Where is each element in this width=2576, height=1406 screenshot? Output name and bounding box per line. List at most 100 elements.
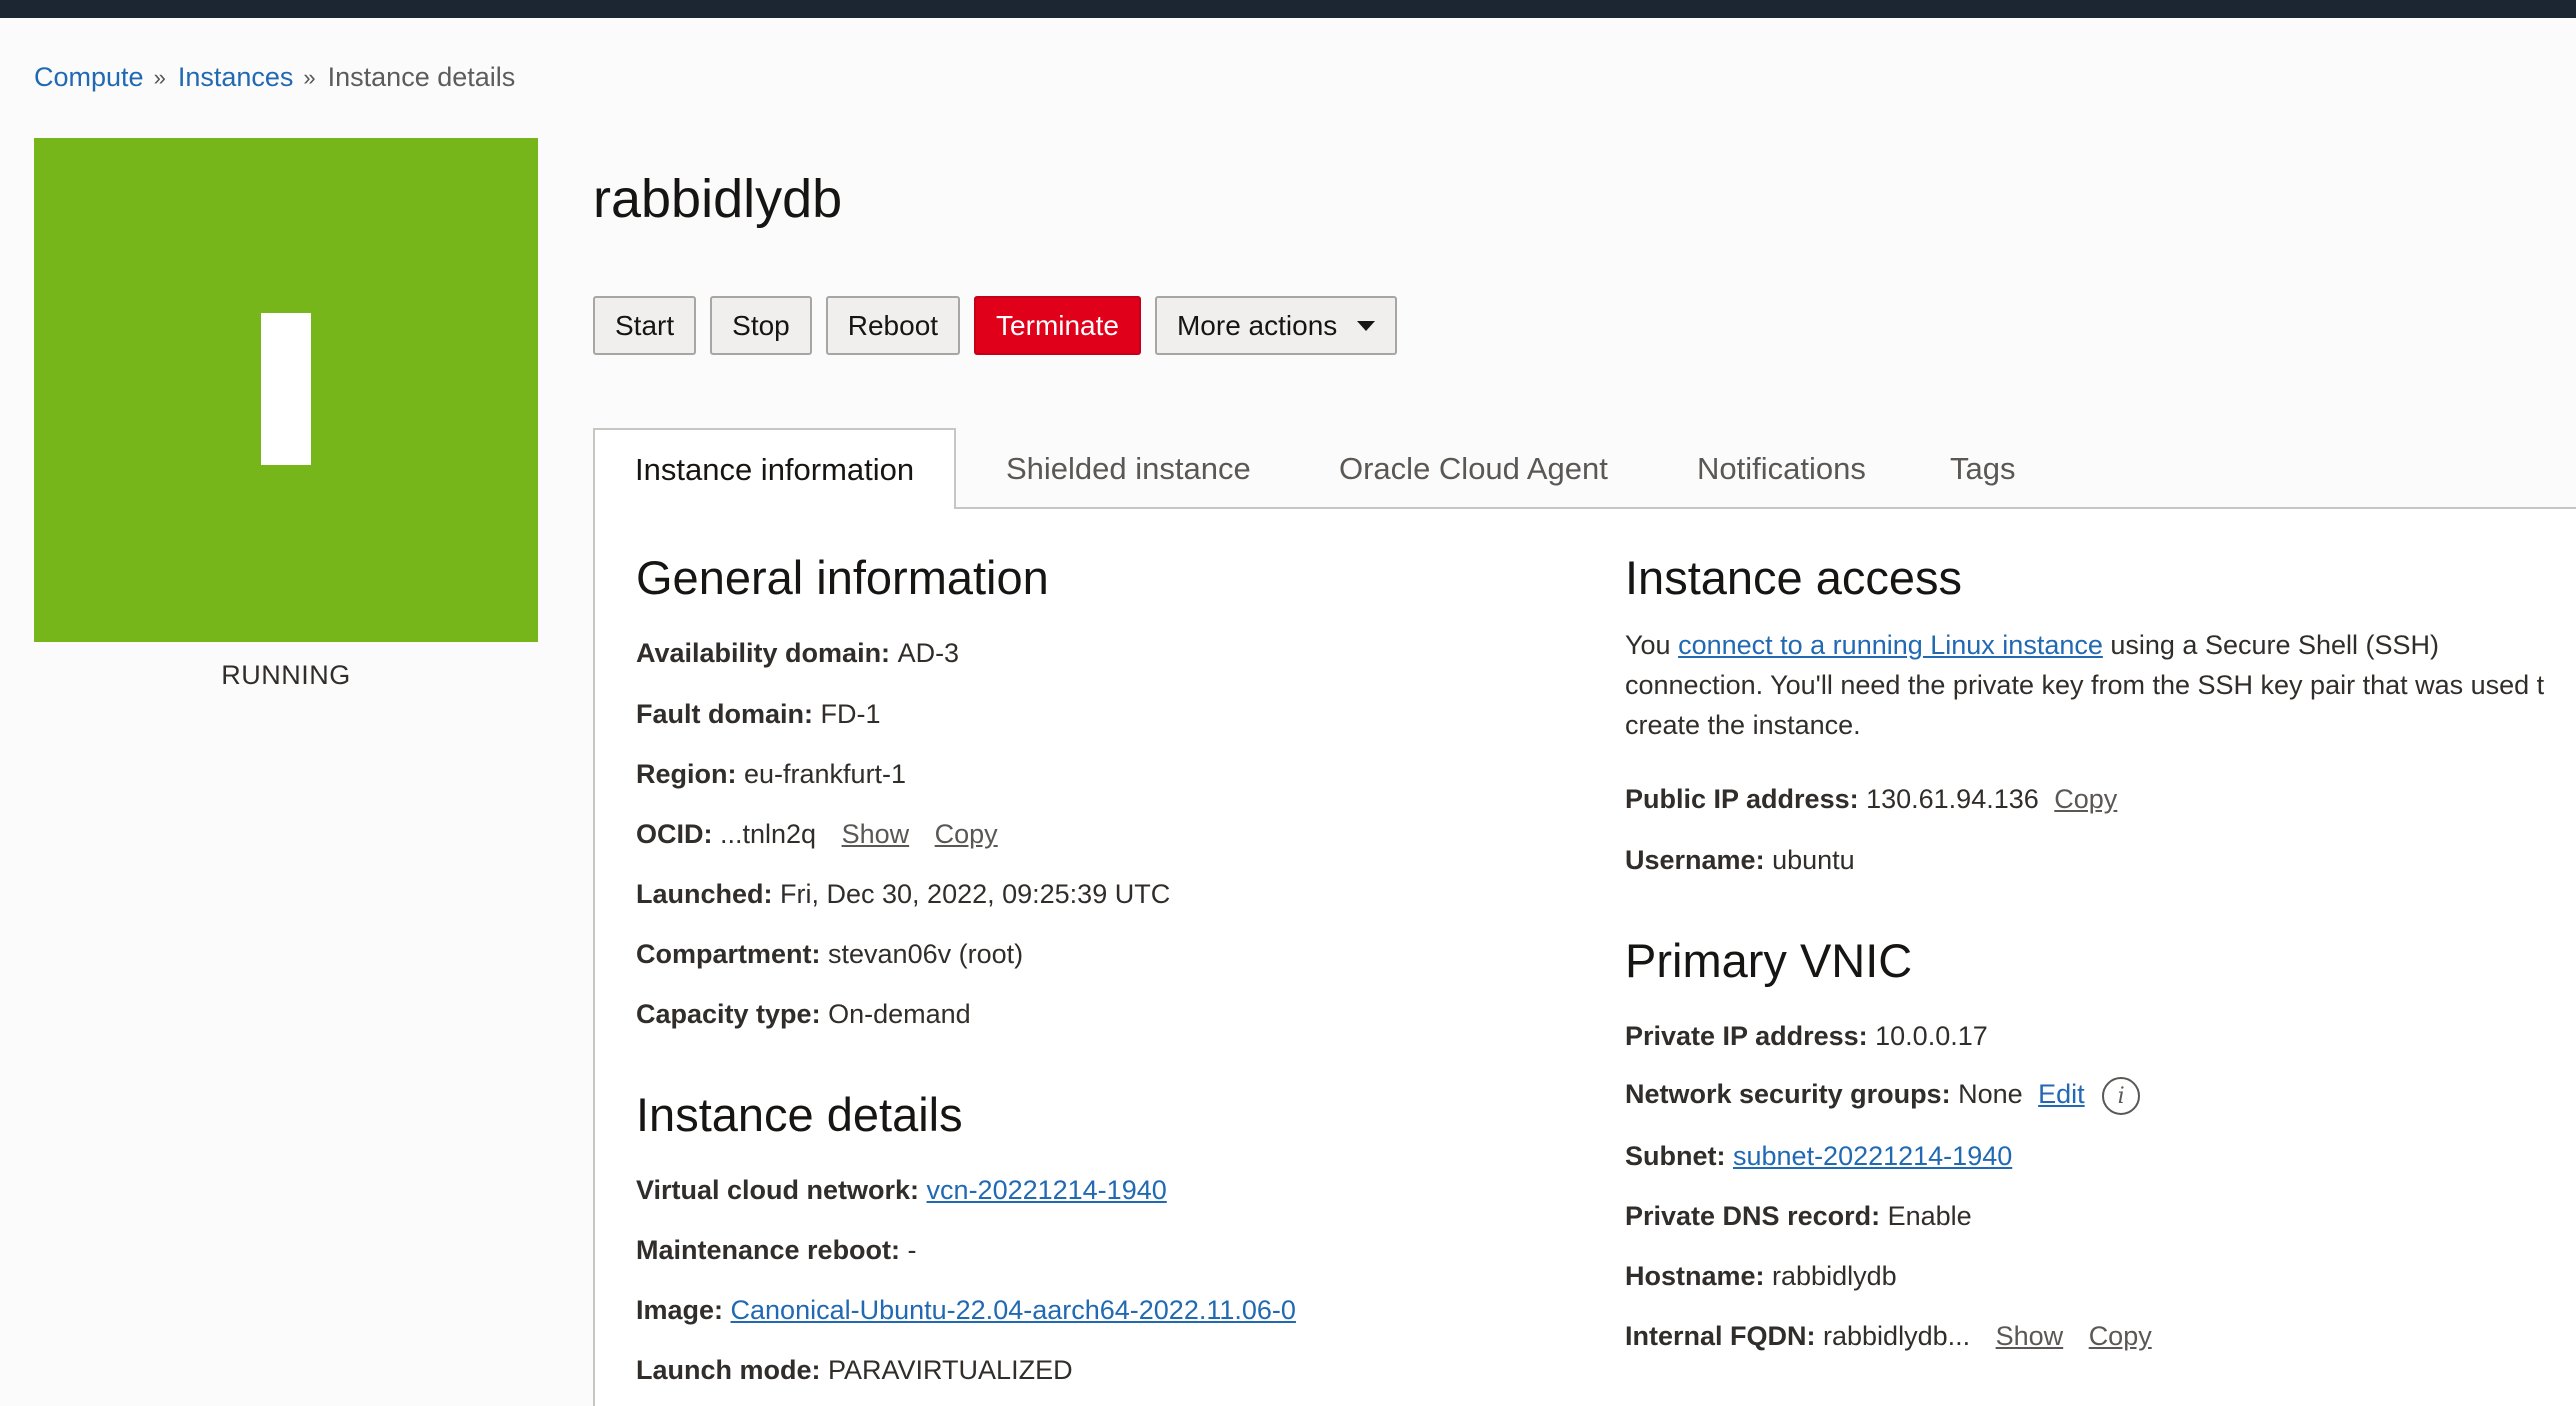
more-actions-button[interactable]: More actions	[1154, 296, 1398, 355]
field-value: rabbidlydb...	[1823, 1321, 1971, 1351]
field-label: Compartment:	[636, 939, 829, 969]
field-label: Hostname:	[1625, 1261, 1773, 1291]
field-value: stevan06v (root)	[828, 939, 1024, 969]
general-information-heading: General information	[636, 551, 1049, 604]
field-label: Username:	[1625, 845, 1773, 875]
ocid-row: OCID: ...tnln2q Show Copy	[636, 819, 998, 850]
breadcrumb-separator: »	[153, 64, 166, 90]
terminate-button[interactable]: Terminate	[974, 296, 1141, 355]
fqdn-show-link[interactable]: Show	[1996, 1321, 2064, 1351]
field-label: Subnet:	[1625, 1141, 1733, 1171]
field-label: Private IP address:	[1625, 1021, 1876, 1051]
tab-instance-information[interactable]: Instance information	[593, 428, 957, 511]
private-dns-row: Private DNS record: Enable	[1625, 1201, 1972, 1232]
instance-information-panel: General information Availability domain:…	[593, 509, 2576, 1406]
ocid-copy-link[interactable]: Copy	[935, 819, 998, 849]
hostname-row: Hostname: rabbidlydb	[1625, 1261, 1897, 1292]
field-value: eu-frankfurt-1	[744, 759, 907, 789]
info-icon[interactable]: i	[2102, 1077, 2141, 1115]
instance-details-heading: Instance details	[636, 1088, 963, 1141]
public-ip-row: Public IP address: 130.61.94.136 Copy	[1625, 784, 2117, 815]
username-row: Username: ubuntu	[1625, 845, 1855, 876]
instance-access-heading: Instance access	[1625, 551, 1963, 604]
field-value: ...tnln2q	[720, 819, 817, 849]
breadcrumb-compute-link[interactable]: Compute	[34, 62, 144, 93]
maintenance-reboot-row: Maintenance reboot: -	[636, 1235, 917, 1266]
field-value: FD-1	[820, 699, 881, 729]
field-label: OCID:	[636, 819, 720, 849]
action-toolbar: Start Stop Reboot Terminate More actions	[593, 296, 1398, 355]
field-label: Private DNS record:	[1625, 1201, 1888, 1231]
access-text: You	[1625, 630, 1679, 660]
field-label: Maintenance reboot:	[636, 1235, 908, 1265]
access-line-1: You connect to a running Linux instance …	[1625, 625, 2576, 665]
vcn-row: Virtual cloud network: vcn-20221214-1940	[636, 1175, 1167, 1206]
image-link[interactable]: Canonical-Ubuntu-22.04-aarch64-2022.11.0…	[731, 1295, 1296, 1325]
field-label: Image:	[636, 1295, 731, 1325]
tab-shielded-instance[interactable]: Shielded instance	[1006, 428, 1251, 509]
start-button[interactable]: Start	[593, 296, 697, 355]
field-label: Virtual cloud network:	[636, 1175, 927, 1205]
field-label: Network security groups:	[1625, 1079, 1959, 1110]
launched-row: Launched: Fri, Dec 30, 2022, 09:25:39 UT…	[636, 879, 1170, 910]
instance-status-tile	[34, 138, 538, 642]
launch-mode-row: Launch mode: PARAVIRTUALIZED	[636, 1355, 1073, 1386]
field-value: -	[907, 1235, 917, 1265]
tab-notifications[interactable]: Notifications	[1697, 428, 1866, 509]
reboot-button[interactable]: Reboot	[825, 296, 961, 355]
breadcrumb: Compute » Instances » Instance details	[34, 62, 515, 93]
field-label: Region:	[636, 759, 744, 789]
field-value: Fri, Dec 30, 2022, 09:25:39 UTC	[780, 879, 1171, 909]
subnet-row: Subnet: subnet-20221214-1940	[1625, 1141, 2012, 1172]
availability-domain-row: Availability domain: AD-3	[636, 638, 959, 669]
tab-oracle-cloud-agent[interactable]: Oracle Cloud Agent	[1339, 428, 1608, 509]
field-value: ubuntu	[1772, 845, 1855, 875]
field-value: On-demand	[828, 999, 971, 1029]
capacity-type-row: Capacity type: On-demand	[636, 999, 971, 1030]
tab-tags[interactable]: Tags	[1950, 428, 2015, 509]
primary-vnic-heading: Primary VNIC	[1625, 934, 1913, 987]
status-label: RUNNING	[221, 660, 351, 690]
image-row: Image: Canonical-Ubuntu-22.04-aarch64-20…	[636, 1295, 1296, 1326]
ocid-show-link[interactable]: Show	[842, 819, 910, 849]
field-value: 10.0.0.17	[1875, 1021, 1988, 1051]
top-navigation-bar	[0, 0, 2576, 18]
field-value: 130.61.94.136	[1866, 784, 2039, 814]
access-text: using a Secure Shell (SSH)	[2102, 630, 2440, 660]
field-label: Capacity type:	[636, 999, 829, 1029]
access-line-2: connection. You'll need the private key …	[1625, 670, 2545, 700]
compartment-row: Compartment: stevan06v (root)	[636, 939, 1023, 970]
page-title: rabbidlydb	[593, 169, 843, 229]
field-value: PARAVIRTUALIZED	[828, 1355, 1073, 1385]
breadcrumb-separator: »	[303, 64, 316, 90]
field-value: None	[1958, 1079, 2023, 1110]
subnet-link[interactable]: subnet-20221214-1940	[1733, 1141, 2012, 1171]
field-label: Launched:	[636, 879, 781, 909]
internal-fqdn-row: Internal FQDN: rabbidlydb... Show Copy	[1625, 1321, 2152, 1352]
nsg-edit-link[interactable]: Edit	[2038, 1079, 2085, 1109]
region-row: Region: eu-frankfurt-1	[636, 759, 906, 790]
fqdn-copy-link[interactable]: Copy	[2089, 1321, 2152, 1351]
private-ip-row: Private IP address: 10.0.0.17	[1625, 1021, 1988, 1052]
nsg-row: Network security groups: None Edit i	[1625, 1077, 2141, 1115]
instance-access-description: You connect to a running Linux instance …	[1625, 625, 2576, 745]
connect-linux-instance-link[interactable]: connect to a running Linux instance	[1678, 630, 2103, 660]
instance-glyph-icon	[261, 313, 311, 465]
access-line-3: create the instance.	[1625, 710, 1861, 740]
breadcrumb-current: Instance details	[327, 62, 516, 92]
field-label: Availability domain:	[636, 638, 898, 668]
public-ip-copy-link[interactable]: Copy	[2054, 784, 2117, 814]
vcn-link[interactable]: vcn-20221214-1940	[927, 1175, 1167, 1205]
field-label: Public IP address:	[1625, 784, 1867, 814]
field-value: rabbidlydb	[1772, 1261, 1897, 1291]
field-value: AD-3	[897, 638, 960, 668]
field-label: Launch mode:	[636, 1355, 829, 1385]
field-value: Enable	[1887, 1201, 1972, 1231]
tab-bar: Instance information Shielded instance O…	[593, 428, 2576, 511]
breadcrumb-instances-link[interactable]: Instances	[178, 62, 294, 93]
field-label: Internal FQDN:	[1625, 1321, 1824, 1351]
field-label: Fault domain:	[636, 699, 821, 729]
stop-button[interactable]: Stop	[710, 296, 812, 355]
chevron-down-icon	[1357, 320, 1376, 331]
fault-domain-row: Fault domain: FD-1	[636, 699, 881, 730]
